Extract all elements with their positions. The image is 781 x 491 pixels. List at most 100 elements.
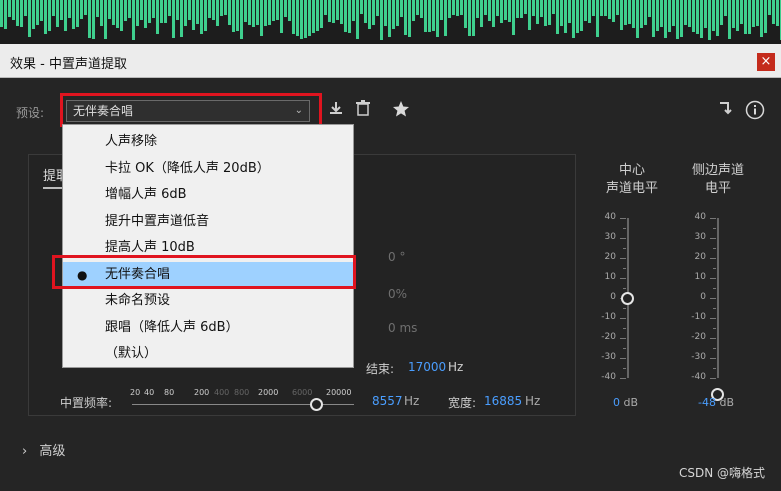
side-level-scale: 40 30 20 10 0 -10 -20 -30 -40 <box>676 212 716 382</box>
waveform-bar <box>144 0 147 29</box>
side-level-track[interactable] <box>717 218 719 378</box>
waveform-bar <box>272 0 275 21</box>
scale-tick-label: 10 <box>694 272 706 282</box>
scale-tick-label: 800 <box>234 388 250 397</box>
waveform-bar <box>176 0 179 21</box>
waveform-bar <box>284 0 287 18</box>
waveform-bar <box>256 0 259 26</box>
side-level-readout[interactable]: -48 dB <box>698 396 734 409</box>
preset-menu-item[interactable]: 跟唱（降低人声 6dB） <box>63 315 353 341</box>
waveform-bar <box>516 0 519 18</box>
advanced-section-toggle[interactable]: › 高级 <box>22 440 65 459</box>
waveform-bar <box>568 0 571 23</box>
frequency-slider-knob[interactable] <box>310 398 323 411</box>
center-frequency-value[interactable]: 8557 <box>372 394 403 408</box>
scale-tick <box>710 278 716 279</box>
center-level-title-line1: 中心 <box>618 163 645 178</box>
waveform-bar <box>404 0 407 35</box>
waveform-bar <box>4 0 7 29</box>
waveform-bar <box>468 0 471 36</box>
waveform-bar <box>252 0 255 27</box>
preset-menu-item[interactable]: 人声移除 <box>63 129 353 155</box>
waveform-bar <box>556 0 559 34</box>
waveform-bar <box>728 0 731 40</box>
waveform-bar <box>200 0 203 34</box>
preset-menu-item[interactable]: 增幅人声 6dB <box>63 182 353 208</box>
close-button[interactable]: × <box>757 53 775 71</box>
dialog-titlebar: 效果 - 中置声道提取 × <box>0 44 781 78</box>
waveform-bar <box>652 0 655 38</box>
waveform-bar <box>476 0 479 18</box>
waveform-bar <box>68 0 71 19</box>
waveform-bar <box>776 0 779 27</box>
scale-minor-tick <box>623 308 626 309</box>
preset-menu-item[interactable]: 卡拉 OK（降低人声 20dB） <box>63 156 353 182</box>
waveform-bar <box>208 0 211 18</box>
waveform-bar <box>644 0 647 25</box>
waveform-bar <box>584 0 587 21</box>
waveform-bar <box>16 0 19 26</box>
waveform-bar <box>92 0 95 40</box>
waveform-bar <box>372 0 375 26</box>
scale-minor-tick <box>713 368 716 369</box>
waveform-bar <box>608 0 611 19</box>
center-level-knob[interactable] <box>621 292 634 305</box>
waveform-bar <box>512 0 515 35</box>
width-value[interactable]: 16885 <box>484 394 522 408</box>
side-level-title-line2: 电平 <box>704 181 731 196</box>
scale-tick-label: -20 <box>691 332 706 342</box>
waveform-bar <box>424 0 427 33</box>
center-level-readout[interactable]: 0 dB <box>613 396 638 409</box>
highlight-box-preset <box>60 93 322 127</box>
info-icon[interactable] <box>745 100 765 122</box>
waveform-bar <box>336 0 339 20</box>
delete-icon[interactable] <box>353 100 373 122</box>
center-level-unit: dB <box>623 396 639 409</box>
center-frequency-label: 中置频率: <box>60 396 113 410</box>
scale-tick-label: 200 <box>194 388 210 397</box>
waveform-bar <box>472 0 475 36</box>
scale-tick-label: 20 <box>604 252 616 262</box>
preset-menu-item[interactable]: （默认） <box>63 341 353 367</box>
waveform-bar <box>324 0 327 15</box>
tab-extract[interactable]: 提取 <box>43 165 63 189</box>
waveform-bar <box>392 0 395 30</box>
waveform-bar <box>348 0 351 34</box>
waveform-bar <box>140 0 143 21</box>
waveform-bar <box>724 0 727 16</box>
preset-menu-item-label: 跟唱（降低人声 6dB） <box>105 319 239 335</box>
waveform-bar <box>692 0 695 33</box>
waveform-bar <box>124 0 127 22</box>
waveform-bar <box>412 0 415 21</box>
side-level-unit: dB <box>719 396 734 409</box>
route-icon[interactable] <box>716 100 736 122</box>
scale-tick-label: -10 <box>601 312 616 322</box>
waveform-bar <box>204 0 207 31</box>
end-value[interactable]: 17000 <box>408 360 446 374</box>
waveform-bar <box>772 0 775 24</box>
waveform-bar <box>656 0 659 32</box>
waveform-bar <box>508 0 511 22</box>
waveform-bar <box>540 0 543 17</box>
waveform-bar <box>752 0 755 28</box>
scale-tick-label: 40 <box>604 212 616 222</box>
waveform-bar <box>96 0 99 18</box>
scale-tick-label: 10 <box>604 272 616 282</box>
waveform-bar <box>368 0 371 30</box>
waveform-bar <box>612 0 615 22</box>
waveform-bar <box>572 0 575 39</box>
waveform-bar <box>592 0 595 16</box>
side-level-title-line1: 侧边声道 <box>691 163 744 178</box>
preset-menu-item[interactable]: 未命名预设 <box>63 288 353 314</box>
waveform-bar <box>552 0 555 15</box>
waveform-bar <box>576 0 579 33</box>
waveform-bar <box>260 0 263 36</box>
save-preset-icon[interactable] <box>326 100 346 122</box>
scale-tick-label: 400 <box>214 388 230 397</box>
waveform-bar <box>720 0 723 26</box>
preset-menu-item[interactable]: 提升中置声道低音 <box>63 209 353 235</box>
amount-value: 0% <box>388 287 408 301</box>
favorite-star-icon[interactable] <box>391 100 411 122</box>
scale-minor-tick <box>713 268 716 269</box>
preset-menu-item-label: 人声移除 <box>105 134 158 149</box>
